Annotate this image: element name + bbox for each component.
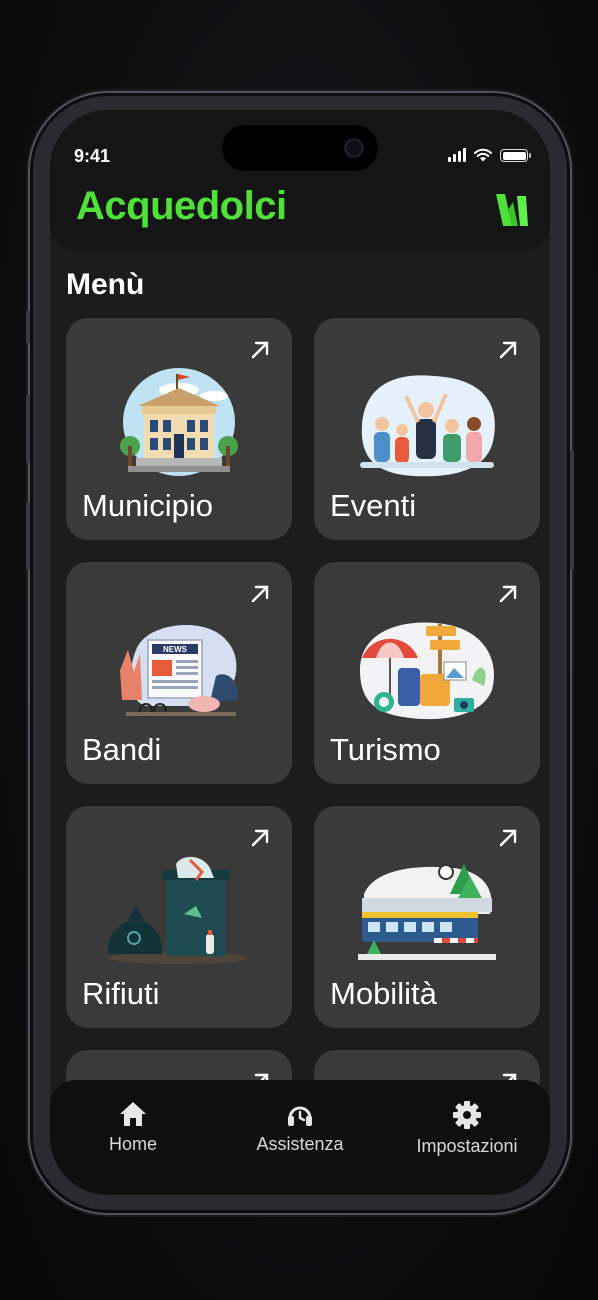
wifi-icon [474, 148, 492, 162]
power-button [570, 450, 574, 570]
svg-text:NEWS: NEWS [163, 645, 188, 654]
menu-card-turismo[interactable]: Turismo [314, 562, 540, 784]
tab-label: Impostazioni [416, 1136, 518, 1156]
menu-card-bandi[interactable]: NEWS Bandi [66, 562, 292, 784]
battery-icon [500, 149, 531, 162]
tab-impostazioni[interactable]: Impostazioni [384, 1100, 550, 1157]
status-icons [448, 148, 531, 162]
menu-card-label: Turismo [330, 732, 441, 767]
tab-label: Assistenza [256, 1134, 344, 1154]
menu-card-rifiuti[interactable]: Rifiuti [66, 806, 292, 1028]
arrow-up-right-icon [251, 585, 269, 603]
menu-card-label: Bandi [82, 732, 162, 767]
mute-switch [26, 310, 30, 344]
home-icon [120, 1102, 146, 1126]
status-time: 9:41 [74, 146, 111, 166]
app-header: 9:41 Acquedolci [50, 110, 550, 250]
gear-icon [453, 1101, 481, 1129]
town-hall-illustration [120, 368, 238, 476]
tab-home[interactable]: Home [50, 1100, 216, 1155]
people-celebrating-illustration [360, 375, 495, 477]
menu-card-label: Municipio [82, 488, 213, 523]
travel-luggage-illustration [360, 622, 494, 720]
train-illustration [358, 864, 496, 960]
waste-bin-illustration [107, 856, 248, 964]
tab-bar: Home Assistenza Impostazioni [50, 1080, 550, 1195]
arrow-up-right-icon [499, 829, 517, 847]
dynamic-island [222, 125, 378, 171]
headset-icon [288, 1106, 312, 1126]
volume-down-button [26, 502, 30, 570]
arrow-up-right-icon [499, 585, 517, 603]
volume-up-button [26, 395, 30, 463]
tab-assistenza[interactable]: Assistenza [217, 1100, 383, 1155]
menu-card-label: Mobilità [330, 976, 437, 1011]
menu-card-label: Rifiuti [82, 976, 160, 1011]
menu-card-municipio[interactable]: Municipio [66, 318, 292, 540]
arrow-up-right-icon [251, 341, 269, 359]
app-logo-icon[interactable] [494, 188, 530, 232]
cellular-signal-icon [448, 148, 466, 162]
section-title: Menù [66, 268, 145, 301]
newspaper-illustration: NEWS [120, 625, 239, 717]
menu-card-mobilita[interactable]: Mobilità [314, 806, 540, 1028]
arrow-up-right-icon [251, 829, 269, 847]
tab-label: Home [108, 1134, 157, 1154]
camera-icon [344, 138, 364, 158]
app-screen: 9:41 Acquedolci Menù Municipio Eventi NE… [50, 110, 550, 1195]
app-title: Acquedolci [76, 184, 287, 228]
menu-card-label: Eventi [330, 488, 417, 523]
menu-card-eventi[interactable]: Eventi [314, 318, 540, 540]
arrow-up-right-icon [499, 341, 517, 359]
